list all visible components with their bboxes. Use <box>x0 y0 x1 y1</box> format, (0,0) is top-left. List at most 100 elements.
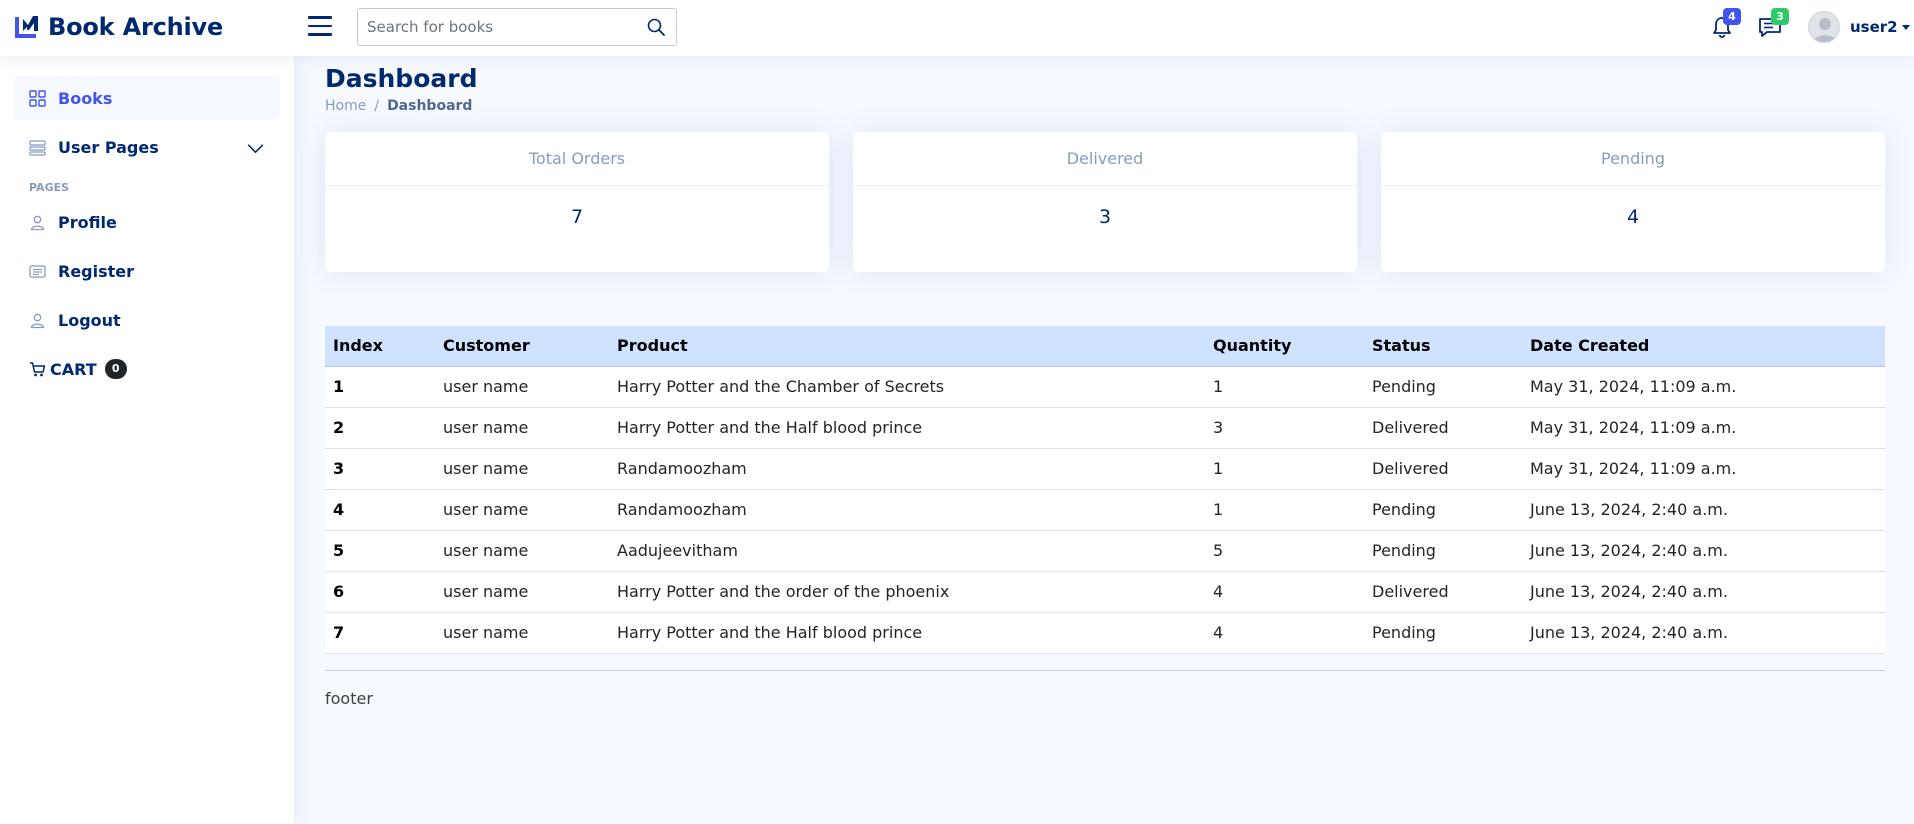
sidebar-item-label: Profile <box>58 212 117 232</box>
cell-customer: user name <box>435 530 609 572</box>
table-row: 4 user name Randamoozham 1 Pending June … <box>325 489 1885 531</box>
cell-product: Harry Potter and the Chamber of Secrets <box>609 366 1205 408</box>
search-input[interactable] <box>358 9 638 45</box>
cell-status: Delivered <box>1364 407 1522 449</box>
messages-button[interactable]: 3 <box>1757 8 1789 40</box>
sidebar-item-register[interactable]: Register <box>14 249 280 293</box>
top-header: Book Archive 4 3 <box>0 0 1914 56</box>
cell-customer: user name <box>435 612 609 654</box>
page-title: Dashboard <box>325 64 478 93</box>
chevron-down-icon <box>247 144 264 154</box>
user-name: user2 <box>1850 18 1898 36</box>
cell-customer: user name <box>435 407 609 449</box>
summary-cards: Total Orders 7 Delivered 3 Pending 4 <box>325 132 1885 272</box>
cell-product: Harry Potter and the Half blood prince <box>609 612 1205 654</box>
sidebar-item-logout[interactable]: Logout <box>14 298 280 342</box>
footer: footer <box>325 689 373 708</box>
hamburger-bar <box>308 24 332 28</box>
table-row: 1 user name Harry Potter and the Chamber… <box>325 366 1885 408</box>
footer-divider <box>325 670 1885 671</box>
card-pending: Pending 4 <box>1381 132 1885 272</box>
card-value: 7 <box>570 206 584 228</box>
sidebar-item-label: Books <box>58 88 113 108</box>
cell-date: May 31, 2024, 11:09 a.m. <box>1522 366 1885 408</box>
card-title: Delivered <box>853 132 1357 186</box>
column-header: Quantity <box>1205 326 1364 367</box>
cell-date: June 13, 2024, 2:40 a.m. <box>1522 612 1885 654</box>
card-value: 3 <box>1098 206 1112 228</box>
hamburger-bar <box>308 33 332 36</box>
column-header: Status <box>1364 326 1522 367</box>
breadcrumb-current: Dashboard <box>387 98 473 114</box>
sidebar-item-user-pages[interactable]: User Pages <box>14 125 280 169</box>
cell-quantity: 4 <box>1205 612 1364 654</box>
orders-table: Index Customer Product Quantity Status D… <box>325 326 1885 654</box>
card-title: Total Orders <box>325 132 829 186</box>
cell-customer: user name <box>435 571 609 613</box>
cell-product: Harry Potter and the order of the phoeni… <box>609 571 1205 613</box>
sidebar-toggle-button[interactable] <box>308 13 334 39</box>
cell-date: May 31, 2024, 11:09 a.m. <box>1522 448 1885 490</box>
sidebar-item-cart[interactable]: CART 0 <box>14 347 280 391</box>
column-header: Product <box>609 326 1205 367</box>
breadcrumb-home-link[interactable]: Home <box>325 98 366 114</box>
user-avatar-icon <box>1813 18 1837 42</box>
card-delivered: Delivered 3 <box>853 132 1357 272</box>
sidebar-item-label: User Pages <box>58 137 159 157</box>
card-title: Pending <box>1381 132 1885 186</box>
cell-product: Randamoozham <box>609 489 1205 531</box>
sidebar-heading-pages: PAGES <box>29 181 70 194</box>
cell-date: May 31, 2024, 11:09 a.m. <box>1522 407 1885 449</box>
notifications-button[interactable]: 4 <box>1709 8 1741 40</box>
logo[interactable]: Book Archive <box>14 12 223 42</box>
logo-icon <box>15 16 38 38</box>
search-icon[interactable] <box>646 17 666 37</box>
cart-label: CART <box>50 359 97 379</box>
cell-customer: user name <box>435 448 609 490</box>
cell-index: 5 <box>325 530 435 572</box>
caret-down-icon <box>1901 24 1910 30</box>
breadcrumb-separator: / <box>374 98 380 114</box>
cell-index: 7 <box>325 612 435 654</box>
cell-product: Harry Potter and the Half blood prince <box>609 407 1205 449</box>
table-row: 5 user name Aadujeevitham 5 Pending June… <box>325 530 1885 572</box>
column-header: Date Created <box>1522 326 1885 367</box>
sidebar: Books User Pages PAGES Profile Register <box>0 56 294 824</box>
person-icon <box>30 215 45 230</box>
card-list-icon <box>29 264 46 278</box>
cell-quantity: 1 <box>1205 489 1364 531</box>
grid-icon <box>29 89 46 107</box>
sidebar-item-label: Logout <box>58 310 121 330</box>
table-row: 3 user name Randamoozham 1 Delivered May… <box>325 448 1885 490</box>
profile-dropdown[interactable]: user2 <box>1808 10 1910 44</box>
cell-customer: user name <box>435 366 609 408</box>
cell-quantity: 4 <box>1205 571 1364 613</box>
cell-date: June 13, 2024, 2:40 a.m. <box>1522 530 1885 572</box>
cell-index: 2 <box>325 407 435 449</box>
search-bar <box>357 8 677 46</box>
cell-status: Delivered <box>1364 571 1522 613</box>
cell-status: Pending <box>1364 489 1522 531</box>
hamburger-bar <box>308 16 332 19</box>
cell-index: 4 <box>325 489 435 531</box>
cell-date: June 13, 2024, 2:40 a.m. <box>1522 489 1885 531</box>
sidebar-item-profile[interactable]: Profile <box>14 200 280 244</box>
cell-product: Aadujeevitham <box>609 530 1205 572</box>
notifications-badge: 4 <box>1723 8 1741 25</box>
table-row: 6 user name Harry Potter and the order o… <box>325 571 1885 613</box>
cell-quantity: 5 <box>1205 530 1364 572</box>
cell-quantity: 1 <box>1205 366 1364 408</box>
column-header: Index <box>325 326 435 367</box>
cell-quantity: 1 <box>1205 448 1364 490</box>
avatar <box>1808 11 1840 43</box>
card-value: 4 <box>1626 206 1640 228</box>
cart-count-badge: 0 <box>104 359 127 379</box>
table-row: 2 user name Harry Potter and the Half bl… <box>325 407 1885 449</box>
cell-product: Randamoozham <box>609 448 1205 490</box>
messages-badge: 3 <box>1771 8 1789 25</box>
cell-status: Pending <box>1364 612 1522 654</box>
cart-icon <box>30 361 46 376</box>
app-title: Book Archive <box>48 13 224 41</box>
sidebar-item-books[interactable]: Books <box>14 76 280 120</box>
cell-index: 6 <box>325 571 435 613</box>
